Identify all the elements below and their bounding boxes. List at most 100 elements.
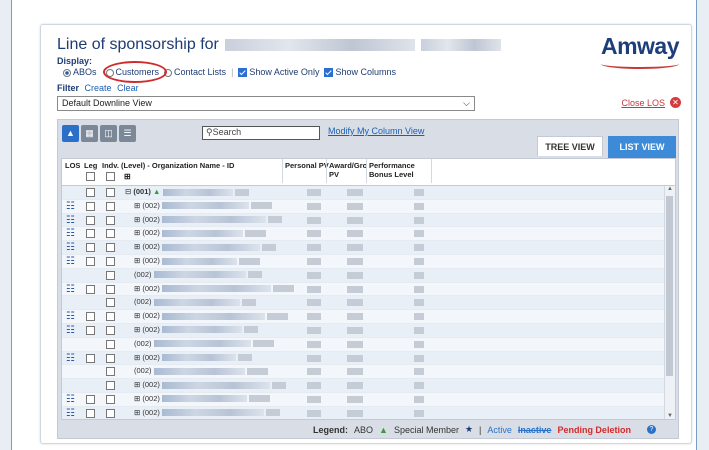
leg-checkbox[interactable] xyxy=(86,408,95,418)
expand-icon[interactable]: ⊞ xyxy=(134,311,140,320)
leg-checkbox[interactable] xyxy=(86,243,95,253)
leg-checkbox[interactable] xyxy=(86,284,95,294)
expand-icon[interactable]: ⊞ xyxy=(134,325,140,334)
show-active-only-checkbox[interactable]: Show Active Only xyxy=(238,67,319,78)
table-row[interactable]: (002) xyxy=(62,337,666,352)
tab-list-view[interactable]: LIST VIEW xyxy=(608,136,676,158)
leg-checkbox[interactable] xyxy=(86,312,95,322)
leg-checkbox[interactable] xyxy=(86,394,95,404)
expand-icon[interactable]: ⊞ xyxy=(134,215,140,224)
indv-checkbox[interactable] xyxy=(106,367,115,377)
search-input[interactable]: ⚲Search xyxy=(202,126,320,140)
radio-abos-indicator[interactable] xyxy=(63,68,71,77)
hierarchy-icon[interactable]: ☷ xyxy=(66,242,75,253)
show-columns-checkbox[interactable]: Show Columns xyxy=(324,67,396,78)
indv-checkbox[interactable] xyxy=(106,256,115,266)
indv-checkbox[interactable] xyxy=(106,325,115,335)
indv-checkbox[interactable] xyxy=(106,312,115,322)
indv-checkbox[interactable] xyxy=(106,201,115,211)
expand-icon[interactable]: ⊞ xyxy=(134,284,140,293)
table-row[interactable]: ☷ ⊞ (002) xyxy=(62,213,666,228)
table-row[interactable]: ☷ ⊞ (002) xyxy=(62,241,666,255)
indv-checkbox[interactable] xyxy=(106,188,115,197)
expand-icon[interactable]: ⊟ xyxy=(125,187,131,196)
table-row[interactable]: ☷ ⊞ (002) xyxy=(62,310,666,324)
indv-checkbox[interactable] xyxy=(106,229,115,239)
leg-checkbox[interactable] xyxy=(86,353,95,363)
table-row[interactable]: ☷ ⊞ (002) xyxy=(62,392,666,407)
table-row[interactable]: ☷ ⊞ (002) xyxy=(62,254,666,269)
table-row[interactable]: (002) xyxy=(62,268,666,283)
tab-tree-view[interactable]: TREE VIEW xyxy=(537,136,603,156)
indv-checkbox[interactable] xyxy=(106,353,115,363)
hierarchy-icon[interactable]: ☷ xyxy=(66,353,75,364)
table-row[interactable]: ☷ ⊞ (002) xyxy=(62,282,666,297)
hierarchy-icon[interactable]: ☷ xyxy=(66,228,75,239)
leg-select-all[interactable] xyxy=(86,172,95,181)
radio-contact-lists[interactable]: Contact Lists xyxy=(164,67,226,77)
table-row[interactable]: (002) xyxy=(62,296,666,311)
document-icon[interactable]: ◫ xyxy=(100,125,117,142)
scroll-down-icon[interactable]: ▼ xyxy=(667,413,673,419)
leg-checkbox[interactable] xyxy=(86,325,95,335)
leg-checkbox[interactable] xyxy=(86,188,95,197)
expand-icon[interactable]: ⊞ xyxy=(134,228,140,237)
indv-checkbox[interactable] xyxy=(106,215,115,225)
tree-icon[interactable]: ▲ xyxy=(62,125,79,142)
hierarchy-icon[interactable]: ☷ xyxy=(66,394,75,405)
downline-view-select[interactable]: Default Downline View ⌵ xyxy=(57,96,475,111)
table-row[interactable]: ☷ ⊞ (002) xyxy=(62,351,666,366)
expand-icon[interactable]: ⊞ xyxy=(134,394,140,403)
expand-icon[interactable]: ⊞ xyxy=(134,242,140,251)
table-row[interactable]: (002) xyxy=(62,365,666,380)
indv-checkbox[interactable] xyxy=(106,284,115,294)
show-active-only-check[interactable] xyxy=(238,68,248,78)
table-row[interactable]: ☷ ⊞ (002) xyxy=(62,323,666,338)
filter-create-link[interactable]: Create xyxy=(85,83,112,93)
hierarchy-icon[interactable]: ☷ xyxy=(66,408,75,419)
scroll-up-icon[interactable]: ▲ xyxy=(667,186,673,192)
leg-checkbox[interactable] xyxy=(86,256,95,266)
grid-icon[interactable]: ▦ xyxy=(81,125,98,142)
expand-icon[interactable]: ⊞ xyxy=(134,380,140,389)
indv-select-all[interactable] xyxy=(106,172,115,181)
hierarchy-icon[interactable]: ☷ xyxy=(66,325,75,336)
expand-all-icon[interactable]: ⊞ xyxy=(124,172,131,181)
hierarchy-icon[interactable]: ☷ xyxy=(66,311,75,322)
expand-icon[interactable]: ⊞ xyxy=(134,408,140,417)
list-icon[interactable]: ☰ xyxy=(119,125,136,142)
leg-checkbox[interactable] xyxy=(86,201,95,211)
show-columns-check[interactable] xyxy=(324,68,334,78)
radio-abos[interactable]: ABOs xyxy=(63,67,97,77)
col-personal-pv: Personal PV xyxy=(282,159,329,183)
hierarchy-icon[interactable]: ☷ xyxy=(66,256,75,267)
indv-checkbox[interactable] xyxy=(106,298,115,308)
leg-checkbox[interactable] xyxy=(86,229,95,239)
indv-checkbox[interactable] xyxy=(106,394,115,404)
close-icon[interactable]: ✕ xyxy=(670,97,681,108)
hierarchy-icon[interactable]: ☷ xyxy=(66,201,75,212)
table-row[interactable]: ☷ ⊞ (002) xyxy=(62,199,666,214)
filter-clear-link[interactable]: Clear xyxy=(117,83,139,93)
indv-checkbox[interactable] xyxy=(106,339,115,349)
indv-checkbox[interactable] xyxy=(106,243,115,253)
scroll-thumb[interactable] xyxy=(666,196,673,376)
help-icon[interactable]: ? xyxy=(646,425,656,434)
leg-checkbox[interactable] xyxy=(86,215,95,225)
modify-column-view-link[interactable]: Modify My Column View xyxy=(328,126,424,136)
hierarchy-icon[interactable]: ☷ xyxy=(66,284,75,295)
hierarchy-icon[interactable]: ☷ xyxy=(66,215,75,226)
chevron-down-icon[interactable]: ⌵ xyxy=(463,98,470,109)
indv-checkbox[interactable] xyxy=(106,381,115,391)
expand-icon[interactable]: ⊞ xyxy=(134,256,140,265)
expand-icon[interactable]: ⊞ xyxy=(134,201,140,210)
close-los-link[interactable]: Close LOS xyxy=(621,98,665,108)
indv-checkbox[interactable] xyxy=(106,270,115,280)
table-row[interactable]: ⊞ (002) xyxy=(62,379,666,393)
vertical-scrollbar[interactable]: ▲ ▼ xyxy=(664,186,675,419)
table-row[interactable]: ☷ ⊞ (002) xyxy=(62,227,666,242)
expand-icon[interactable]: ⊞ xyxy=(134,353,140,362)
indv-checkbox[interactable] xyxy=(106,408,115,418)
table-row[interactable]: ☷ ⊞ (002) xyxy=(62,406,666,419)
table-row[interactable]: ⊟ (001) ▲ xyxy=(62,186,666,200)
